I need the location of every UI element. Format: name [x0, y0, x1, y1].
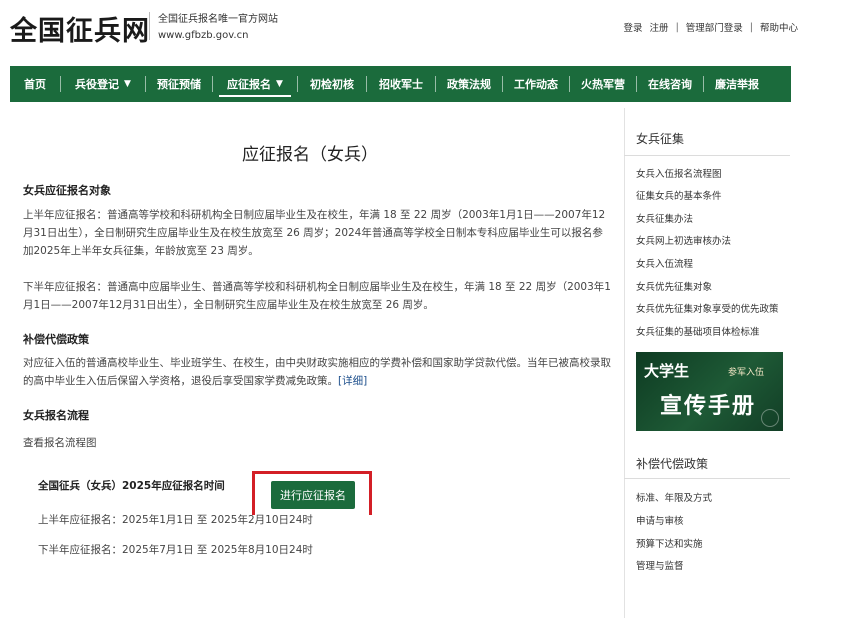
sidebar-link[interactable]: 管理与监督: [636, 558, 684, 572]
sidebar-rule: [624, 478, 790, 479]
nav-item-home[interactable]: 首页: [10, 66, 60, 102]
nav-item-policies[interactable]: 政策法规: [436, 66, 502, 102]
nav-label: 工作动态: [514, 78, 558, 91]
sidebar-link[interactable]: 女兵征集办法: [636, 211, 693, 225]
sidebar-divider: [624, 108, 625, 618]
main-content: 应征报名（女兵） 女兵应征报名对象 上半年应征报名：普通高等学校和科研机构全日制…: [0, 102, 620, 618]
nav-item-nco-recruitment[interactable]: 招收军士: [367, 66, 435, 102]
sidebar-title-female-recruitment: 女兵征集: [636, 132, 685, 146]
nav-label: 廉洁举报: [715, 78, 759, 91]
sidebar-link[interactable]: 女兵入伍报名流程图: [636, 166, 722, 180]
site-subtitle: 全国征兵报名唯一官方网站 www.gfbzb.gov.cn: [158, 12, 278, 44]
apply-button[interactable]: 进行应征报名: [271, 481, 355, 509]
section-heading-process: 女兵报名流程: [23, 409, 89, 422]
nav-item-military-registration[interactable]: 兵役登记 ▼: [61, 66, 145, 102]
nav-label: 应征报名: [227, 78, 272, 91]
view-flowchart-link[interactable]: 查看报名流程图: [23, 435, 97, 450]
sidebar-link[interactable]: 女兵征集的基础项目体检标准: [636, 324, 760, 338]
site-logo[interactable]: 全国征兵网: [10, 9, 150, 48]
banner-line1: 大学生: [644, 362, 690, 380]
nav-label: 首页: [24, 78, 46, 91]
sidebar-link[interactable]: 女兵优先征集对象享受的优先政策: [636, 301, 779, 315]
nav-item-online-consult[interactable]: 在线咨询: [637, 66, 703, 102]
first-half-eligibility-text: 上半年应征报名：普通高等学校和科研机构全日制应届毕业生及在校生，年满 18 至 …: [23, 209, 606, 257]
nav-label: 初检初核: [310, 78, 354, 91]
nav-item-enlistment-application[interactable]: 应征报名 ▼: [213, 66, 297, 102]
banner-line2: 宣传手册: [660, 393, 757, 419]
nav-item-integrity-report[interactable]: 廉洁举报: [704, 66, 770, 102]
sidebar-link[interactable]: 征集女兵的基本条件: [636, 188, 722, 202]
compensation-body: 对应征入伍的普通高校毕业生、毕业班学生、在校生，由中央财政实施相应的学费补偿和国…: [23, 357, 611, 387]
nav-label: 招收军士: [379, 78, 423, 91]
login-link[interactable]: 登录: [624, 20, 643, 34]
compensation-text: 对应征入伍的普通高校毕业生、毕业班学生、在校生，由中央财政实施相应的学费补偿和国…: [23, 354, 613, 390]
nav-item-barracks[interactable]: 火热军营: [570, 66, 636, 102]
section-heading-compensation: 补偿代偿政策: [23, 333, 89, 346]
details-link[interactable]: [详细]: [338, 375, 367, 387]
second-half-eligibility-text: 下半年应征报名：普通高中应届毕业生、普通高等学校和科研机构全日制应届毕业生及在校…: [23, 281, 611, 311]
top-links: 登录 注册 | 管理部门登录 | 帮助中心: [624, 20, 798, 35]
nav-label: 火热军营: [581, 78, 625, 91]
sidebar-link[interactable]: 女兵网上初选审核办法: [636, 233, 731, 247]
sidebar-link[interactable]: 女兵入伍流程: [636, 256, 693, 270]
sidebar-link[interactable]: 女兵优先征集对象: [636, 279, 712, 293]
sidebar-link[interactable]: 预算下达和实施: [636, 536, 703, 550]
sidebar-link[interactable]: 申请与审核: [636, 513, 684, 527]
help-center-link[interactable]: 帮助中心: [760, 20, 798, 34]
registration-time-heading: 全国征兵（女兵）2025年应征报名时间: [38, 480, 225, 492]
chevron-down-icon: ▼: [124, 79, 131, 89]
link-divider: |: [675, 21, 679, 33]
student-enlistment-banner[interactable]: 大学生 参军入伍 宣传手册: [636, 352, 783, 431]
nav-label: 兵役登记: [75, 78, 120, 91]
section-heading-eligibility: 女兵应征报名对象: [23, 184, 111, 197]
site-url: www.gfbzb.gov.cn: [158, 30, 249, 41]
site-header: 全国征兵网 全国征兵报名唯一官方网站 www.gfbzb.gov.cn 登录 注…: [0, 0, 860, 62]
main-nav: 首页 兵役登记 ▼ 预征预储 应征报名 ▼ 初检初核 招收军士 政策法规 工作动…: [10, 66, 791, 102]
chevron-down-icon: ▼: [276, 79, 283, 89]
sidebar-title-compensation: 补偿代偿政策: [636, 457, 709, 471]
nav-item-pre-enlistment[interactable]: 预征预储: [146, 66, 212, 102]
nav-item-initial-screening[interactable]: 初检初核: [298, 66, 366, 102]
nav-label: 预征预储: [157, 78, 201, 91]
nav-item-news[interactable]: 工作动态: [503, 66, 569, 102]
site-tagline: 全国征兵报名唯一官方网站: [158, 14, 278, 25]
emblem-icon: [761, 409, 779, 427]
sidebar-link[interactable]: 标准、年限及方式: [636, 490, 712, 504]
second-half-time: 下半年应征报名：2025年7月1日 至 2025年8月10日24时: [38, 544, 313, 556]
logo-divider: [149, 12, 150, 40]
admin-login-link[interactable]: 管理部门登录: [686, 20, 743, 34]
register-link[interactable]: 注册: [650, 20, 669, 34]
link-divider: |: [749, 21, 753, 33]
nav-label: 政策法规: [447, 78, 491, 91]
sidebar-rule: [624, 155, 790, 156]
banner-line1-small: 参军入伍: [728, 368, 765, 378]
page-title: 应征报名（女兵）: [242, 145, 378, 165]
nav-label: 在线咨询: [648, 78, 692, 91]
